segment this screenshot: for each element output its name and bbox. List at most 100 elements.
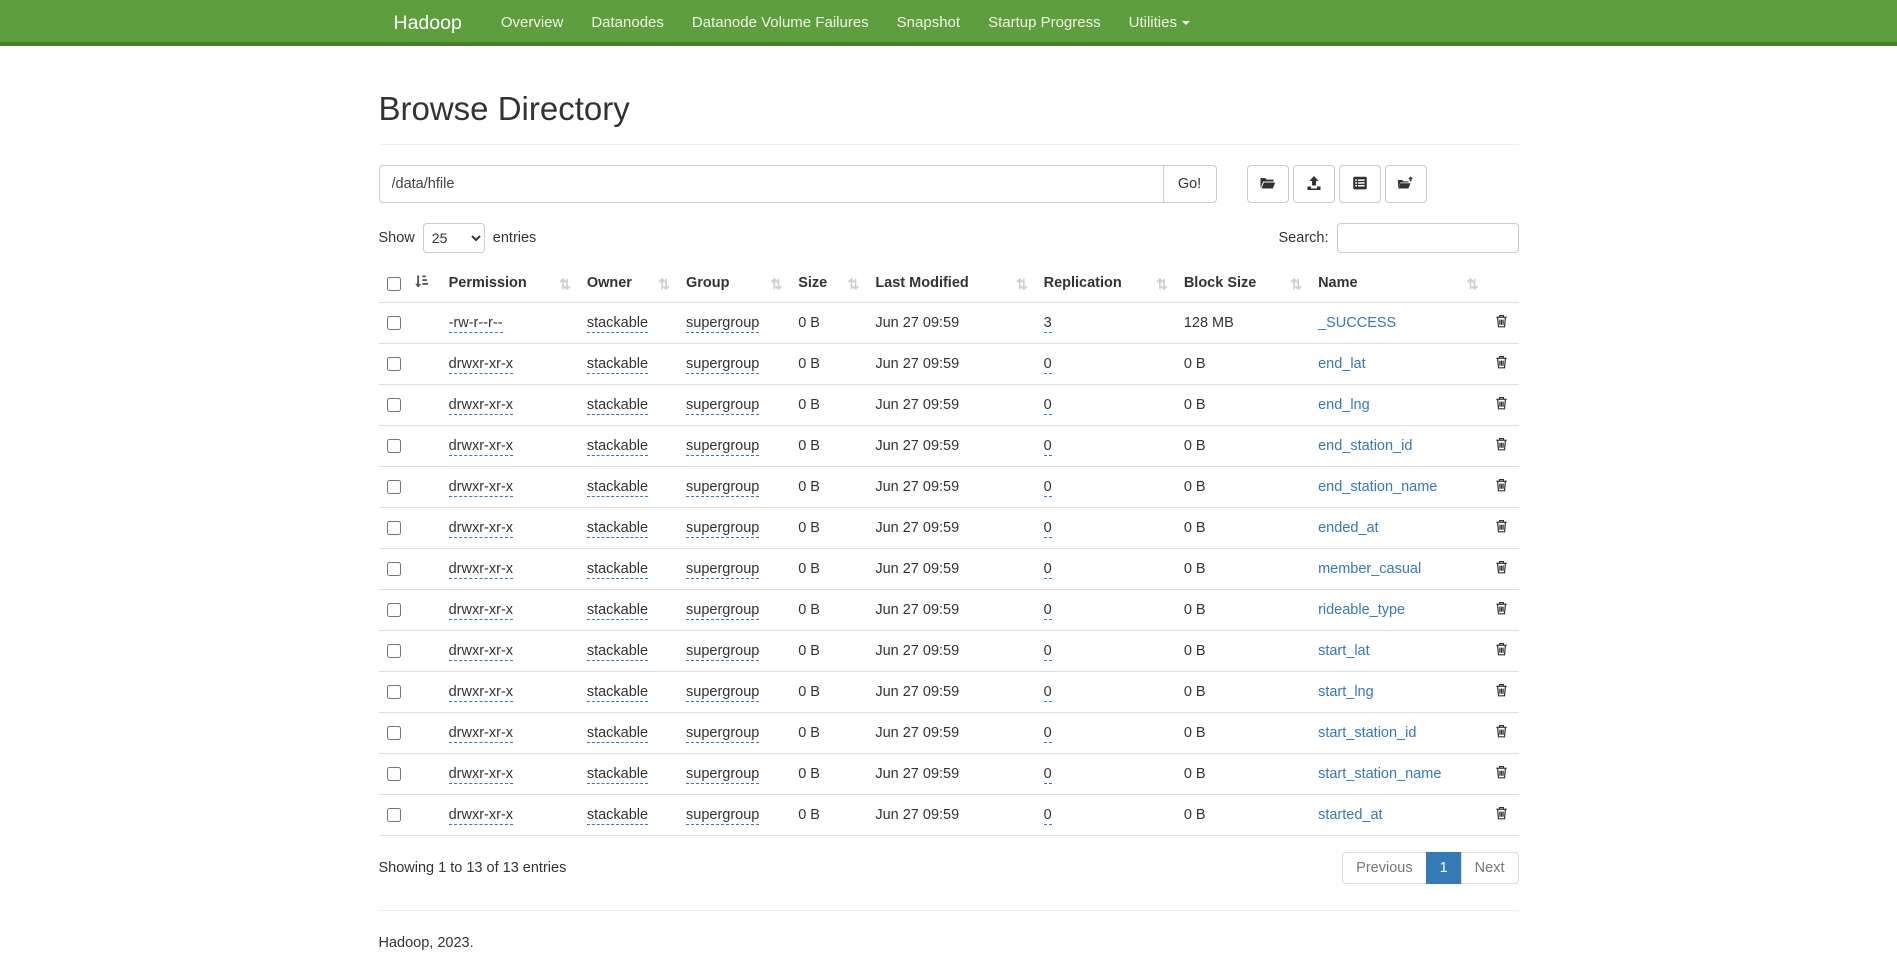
delete-button[interactable] — [1494, 477, 1509, 493]
group-editable-value[interactable]: supergroup — [686, 561, 759, 579]
row-checkbox[interactable] — [387, 316, 401, 330]
owner-editable-value[interactable]: stackable — [587, 602, 648, 620]
column-header-owner[interactable]: ⇅Owner — [579, 265, 678, 303]
permission-editable-value[interactable]: drwxr-xr-x — [449, 356, 513, 374]
replication-editable-value[interactable]: 0 — [1044, 479, 1052, 497]
file-name-link[interactable]: end_lat — [1318, 356, 1366, 372]
page-size-select[interactable]: 25 — [423, 223, 485, 253]
delete-button[interactable] — [1494, 682, 1509, 698]
delete-button[interactable] — [1494, 641, 1509, 657]
file-name-link[interactable]: end_station_id — [1318, 438, 1412, 454]
nav-item-datanode-volume-failures[interactable]: Datanode Volume Failures — [678, 0, 883, 46]
permission-editable-value[interactable]: drwxr-xr-x — [449, 438, 513, 456]
group-editable-value[interactable]: supergroup — [686, 520, 759, 538]
group-editable-value[interactable]: supergroup — [686, 479, 759, 497]
row-checkbox[interactable] — [387, 808, 401, 822]
nav-item-datanodes[interactable]: Datanodes — [577, 0, 678, 46]
replication-editable-value[interactable]: 0 — [1044, 725, 1052, 743]
permission-editable-value[interactable]: -rw-r--r-- — [449, 315, 503, 333]
permission-editable-value[interactable]: drwxr-xr-x — [449, 807, 513, 825]
owner-editable-value[interactable]: stackable — [587, 561, 648, 579]
column-header-permission[interactable]: ⇅Permission — [441, 265, 579, 303]
new-folder-button[interactable] — [1385, 165, 1427, 203]
row-checkbox[interactable] — [387, 521, 401, 535]
replication-editable-value[interactable]: 0 — [1044, 438, 1052, 456]
go-button[interactable]: Go! — [1163, 165, 1217, 203]
pagination-next[interactable]: Next — [1461, 852, 1519, 884]
replication-editable-value[interactable]: 0 — [1044, 684, 1052, 702]
column-header-replication[interactable]: ⇅Replication — [1036, 265, 1176, 303]
file-name-link[interactable]: started_at — [1318, 807, 1383, 823]
group-editable-value[interactable]: supergroup — [686, 766, 759, 784]
delete-button[interactable] — [1494, 600, 1509, 616]
delete-button[interactable] — [1494, 805, 1509, 821]
file-name-link[interactable]: _SUCCESS — [1318, 315, 1396, 331]
file-name-link[interactable]: ended_at — [1318, 520, 1378, 536]
delete-button[interactable] — [1494, 723, 1509, 739]
file-name-link[interactable]: end_lng — [1318, 397, 1370, 413]
nav-item-utilities[interactable]: Utilities — [1115, 0, 1204, 46]
nav-item-snapshot[interactable]: Snapshot — [883, 0, 974, 46]
group-editable-value[interactable]: supergroup — [686, 684, 759, 702]
upload-button[interactable] — [1293, 165, 1335, 203]
permission-editable-value[interactable]: drwxr-xr-x — [449, 397, 513, 415]
select-all-header[interactable] — [379, 265, 441, 303]
search-input[interactable] — [1337, 223, 1519, 253]
column-header-last-modified[interactable]: ⇅Last Modified — [867, 265, 1035, 303]
permission-editable-value[interactable]: drwxr-xr-x — [449, 479, 513, 497]
owner-editable-value[interactable]: stackable — [587, 766, 648, 784]
file-name-link[interactable]: start_station_name — [1318, 766, 1441, 782]
row-checkbox[interactable] — [387, 685, 401, 699]
delete-button[interactable] — [1494, 764, 1509, 780]
owner-editable-value[interactable]: stackable — [587, 397, 648, 415]
permission-editable-value[interactable]: drwxr-xr-x — [449, 725, 513, 743]
owner-editable-value[interactable]: stackable — [587, 725, 648, 743]
file-name-link[interactable]: start_station_id — [1318, 725, 1416, 741]
replication-editable-value[interactable]: 0 — [1044, 643, 1052, 661]
row-checkbox[interactable] — [387, 726, 401, 740]
permission-editable-value[interactable]: drwxr-xr-x — [449, 520, 513, 538]
file-name-link[interactable]: start_lat — [1318, 643, 1370, 659]
permission-editable-value[interactable]: drwxr-xr-x — [449, 684, 513, 702]
select-all-checkbox[interactable] — [387, 277, 401, 291]
group-editable-value[interactable]: supergroup — [686, 397, 759, 415]
replication-editable-value[interactable]: 0 — [1044, 520, 1052, 538]
group-editable-value[interactable]: supergroup — [686, 356, 759, 374]
row-checkbox[interactable] — [387, 398, 401, 412]
delete-button[interactable] — [1494, 354, 1509, 370]
owner-editable-value[interactable]: stackable — [587, 520, 648, 538]
replication-editable-value[interactable]: 0 — [1044, 766, 1052, 784]
directory-path-input[interactable] — [379, 165, 1164, 203]
file-name-link[interactable]: end_station_name — [1318, 479, 1437, 495]
permission-editable-value[interactable]: drwxr-xr-x — [449, 602, 513, 620]
delete-button[interactable] — [1494, 395, 1509, 411]
replication-editable-value[interactable]: 0 — [1044, 397, 1052, 415]
column-header-name[interactable]: ⇅Name — [1310, 265, 1486, 303]
group-editable-value[interactable]: supergroup — [686, 643, 759, 661]
group-editable-value[interactable]: supergroup — [686, 602, 759, 620]
permission-editable-value[interactable]: drwxr-xr-x — [449, 561, 513, 579]
owner-editable-value[interactable]: stackable — [587, 479, 648, 497]
owner-editable-value[interactable]: stackable — [587, 807, 648, 825]
row-checkbox[interactable] — [387, 480, 401, 494]
sort-active-icon[interactable] — [413, 274, 428, 293]
column-header-size[interactable]: ⇅Size — [790, 265, 867, 303]
row-checkbox[interactable] — [387, 767, 401, 781]
replication-editable-value[interactable]: 0 — [1044, 356, 1052, 374]
summary-button[interactable] — [1339, 165, 1381, 203]
group-editable-value[interactable]: supergroup — [686, 315, 759, 333]
group-editable-value[interactable]: supergroup — [686, 725, 759, 743]
delete-button[interactable] — [1494, 559, 1509, 575]
file-name-link[interactable]: rideable_type — [1318, 602, 1405, 618]
file-name-link[interactable]: member_casual — [1318, 561, 1421, 577]
row-checkbox[interactable] — [387, 562, 401, 576]
replication-editable-value[interactable]: 0 — [1044, 602, 1052, 620]
navbar-brand[interactable]: Hadoop — [379, 0, 477, 46]
open-folder-button[interactable] — [1247, 165, 1289, 203]
delete-button[interactable] — [1494, 518, 1509, 534]
replication-editable-value[interactable]: 3 — [1044, 315, 1052, 333]
owner-editable-value[interactable]: stackable — [587, 643, 648, 661]
nav-item-overview[interactable]: Overview — [487, 0, 578, 46]
pagination-page-1[interactable]: 1 — [1426, 852, 1462, 884]
owner-editable-value[interactable]: stackable — [587, 438, 648, 456]
